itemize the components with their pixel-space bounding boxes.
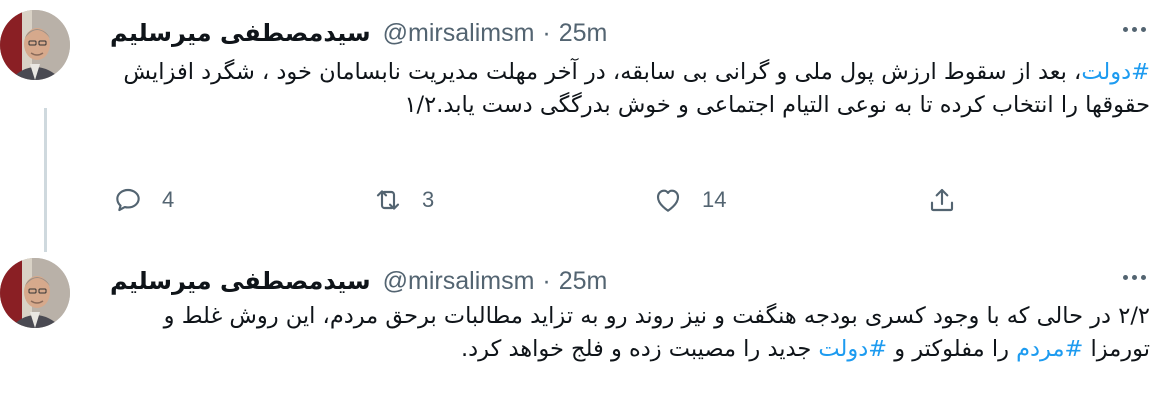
like-icon [656, 189, 680, 212]
hashtag-link[interactable]: #دولت [818, 336, 887, 362]
hashtag-link[interactable]: #دولت [1081, 59, 1150, 85]
hashtag-link[interactable]: #مردم [1016, 336, 1083, 362]
tweet-header: سیدمصطفی میرسلیم @mirsalimsm · 25m [110, 16, 1144, 50]
more-options-icon[interactable] [1116, 14, 1152, 44]
reply-button[interactable]: 4 [112, 180, 174, 220]
reply-icon [116, 188, 140, 212]
tweet-header: سیدمصطفی میرسلیم @mirsalimsm · 25m [110, 264, 1144, 298]
tweet-actions: 4 3 14 [110, 180, 970, 220]
tweet-text: #دولت، بعد از سقوط ارزش پول ملی و گرانی … [110, 56, 1150, 122]
author-handle[interactable]: @mirsalimsm [383, 267, 535, 296]
like-count: 14 [702, 187, 727, 212]
reply-count: 4 [162, 187, 175, 212]
author-name[interactable]: سیدمصطفی میرسلیم [110, 267, 371, 295]
retweet-button[interactable]: 3 [372, 180, 434, 220]
thread-line [44, 108, 47, 252]
tweet-text-segment: را مفلوکتر و [887, 336, 1017, 362]
avatar[interactable] [0, 10, 70, 80]
tweet-text-segment: ، بعد از سقوط ارزش پول ملی و گرانی بی سا… [123, 59, 1150, 118]
share-icon [930, 188, 954, 212]
timestamp[interactable]: 25m [559, 267, 608, 296]
retweet-icon [376, 190, 400, 210]
separator-dot: · [542, 266, 551, 295]
tweet-text: ۲/۲ در حالی که با وجود کسری بودجه هنگفت … [110, 300, 1150, 366]
separator-dot: · [542, 18, 551, 47]
more-options-icon[interactable] [1116, 262, 1152, 292]
tweet[interactable]: سیدمصطفی میرسلیم @mirsalimsm · 25m #دولت… [0, 0, 1164, 252]
retweet-count: 3 [422, 187, 435, 212]
tweet[interactable]: سیدمصطفی میرسلیم @mirsalimsm · 25m ۲/۲ د… [0, 248, 1164, 400]
avatar[interactable] [0, 258, 70, 328]
timestamp[interactable]: 25m [559, 19, 608, 48]
author-name[interactable]: سیدمصطفی میرسلیم [110, 19, 371, 47]
like-button[interactable]: 14 [652, 180, 726, 220]
tweet-text-segment: جدید را مصیبت زده و فلج خواهد کرد. [461, 336, 819, 362]
share-button[interactable] [926, 180, 958, 220]
author-handle[interactable]: @mirsalimsm [383, 19, 535, 48]
